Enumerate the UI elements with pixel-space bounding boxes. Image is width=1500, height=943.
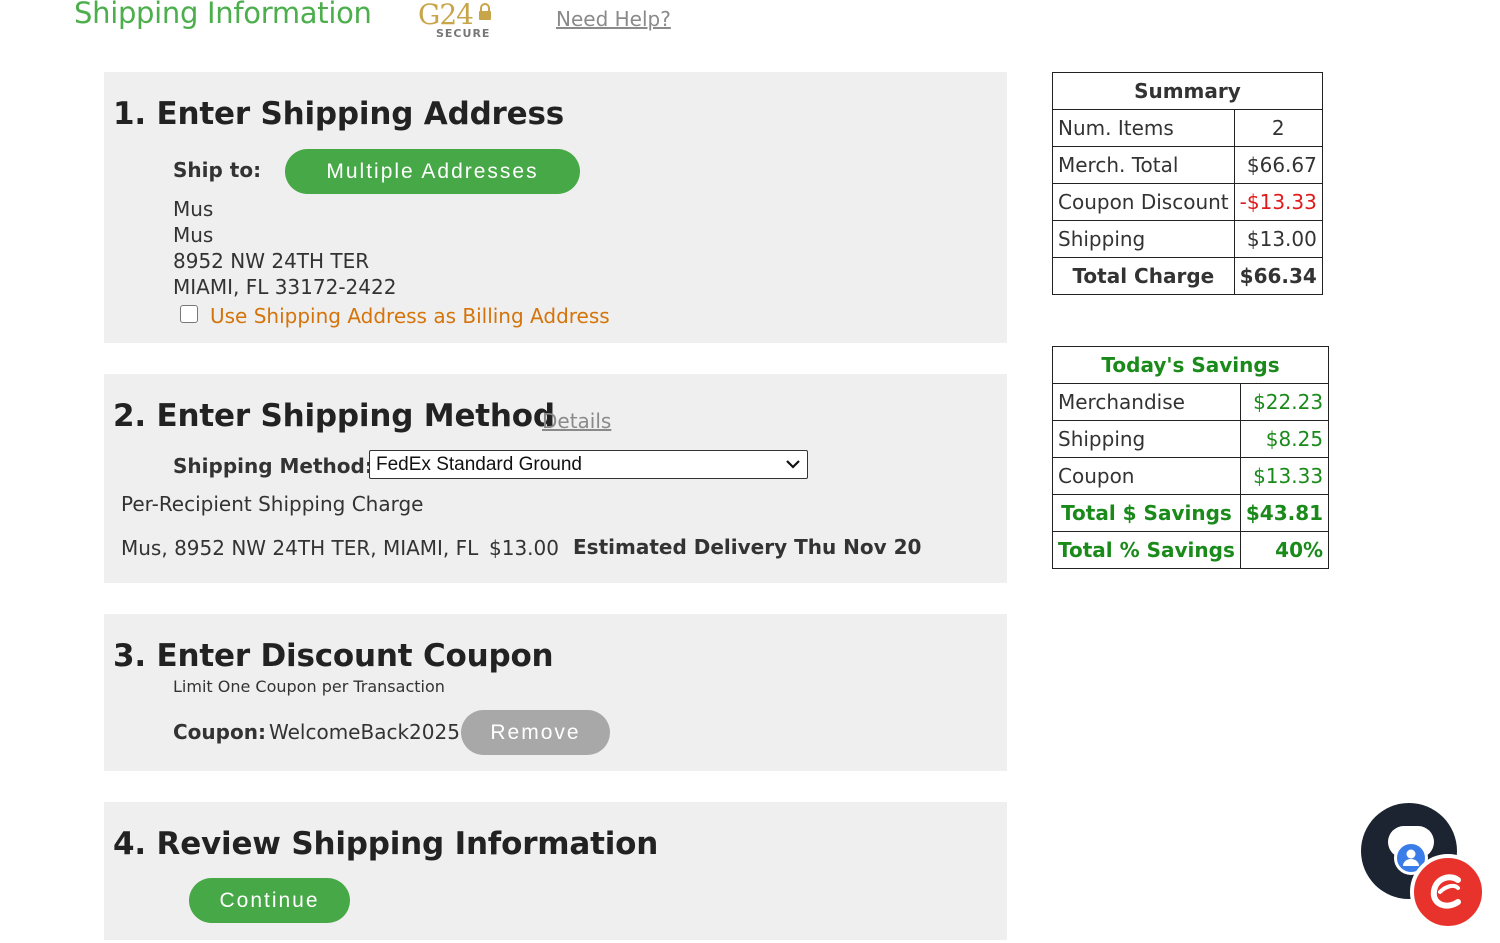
ship-to-label: Ship to:	[173, 158, 262, 182]
continue-button[interactable]: Continue	[189, 878, 350, 923]
coupon-code: WelcomeBack2025	[269, 720, 460, 744]
total-charge-label: Total Charge	[1052, 257, 1235, 295]
table-row: Merch. Total $66.67	[1052, 146, 1323, 184]
g24-secure-logo: G24 SECURE	[418, 0, 502, 42]
shipping-method-label: Shipping Method:	[173, 454, 373, 478]
row-value: $8.25	[1239, 420, 1330, 458]
row-value: $13.33	[1239, 457, 1330, 495]
section-title: 1. Enter Shipping Address	[113, 96, 564, 132]
billing-checkbox[interactable]	[180, 305, 198, 323]
recipient-address: Mus, 8952 NW 24TH TER, MIAMI, FL	[121, 536, 479, 560]
estimated-delivery: Estimated Delivery Thu Nov 20	[573, 535, 922, 559]
address-line: MIAMI, FL 33172-2422	[173, 275, 397, 299]
coupon-label: Coupon:	[173, 720, 266, 744]
address-line: 8952 NW 24TH TER	[173, 249, 370, 273]
row-value: $66.67	[1233, 146, 1323, 184]
table-row: Shipping $13.00	[1052, 220, 1323, 258]
coupon-limit-note: Limit One Coupon per Transaction	[173, 677, 445, 696]
row-label: Shipping	[1052, 220, 1235, 258]
section-title: 4. Review Shipping Information	[113, 826, 659, 862]
total-charge-value: $66.34	[1233, 257, 1323, 295]
section-title: 2. Enter Shipping Method	[113, 398, 555, 434]
table-row: Total % Savings 40%	[1052, 531, 1330, 569]
row-value: 2	[1233, 109, 1323, 147]
c-logo-icon[interactable]	[1410, 854, 1486, 930]
table-row: Num. Items 2	[1052, 109, 1323, 147]
summary-title: Summary	[1052, 72, 1323, 110]
table-row: Coupon $13.33	[1052, 457, 1330, 495]
review-section: 4. Review Shipping Information Continue	[104, 802, 1007, 940]
row-label: Coupon	[1052, 457, 1241, 495]
total-dollar-savings-label: Total $ Savings	[1052, 494, 1241, 532]
table-row: Merchandise $22.23	[1052, 383, 1330, 421]
shipping-method-select[interactable]: FedEx Standard Ground	[369, 450, 808, 479]
row-value: $22.23	[1239, 383, 1330, 421]
row-label: Shipping	[1052, 420, 1241, 458]
multiple-addresses-button[interactable]: Multiple Addresses	[285, 149, 580, 194]
section-title: 3. Enter Discount Coupon	[113, 638, 554, 674]
remove-coupon-button[interactable]: Remove	[461, 710, 610, 755]
summary-table: Summary Num. Items 2 Merch. Total $66.67…	[1052, 72, 1323, 295]
total-percent-savings-value: 40%	[1239, 531, 1330, 569]
address-line: Mus	[173, 223, 214, 247]
row-value: $13.00	[1233, 220, 1323, 258]
lock-icon	[479, 3, 491, 20]
row-label: Merch. Total	[1052, 146, 1235, 184]
row-label: Coupon Discount	[1052, 183, 1235, 221]
recipient-charge: $13.00	[489, 536, 559, 560]
table-row: Total $ Savings $43.81	[1052, 494, 1330, 532]
savings-table: Today's Savings Merchandise $22.23 Shipp…	[1051, 346, 1330, 569]
shipping-address-section: 1. Enter Shipping Address Ship to: Multi…	[104, 72, 1007, 343]
page-title: Shipping Information	[74, 0, 372, 30]
discount-coupon-section: 3. Enter Discount Coupon Limit One Coupo…	[104, 614, 1007, 771]
table-row: Total Charge $66.34	[1052, 257, 1323, 295]
row-label: Num. Items	[1052, 109, 1235, 147]
shipping-method-section: 2. Enter Shipping Method Details Shippin…	[104, 374, 1007, 583]
savings-title: Today's Savings	[1051, 346, 1330, 384]
shipping-method-value: FedEx Standard Ground	[376, 453, 582, 475]
need-help-link[interactable]: Need Help?	[556, 7, 671, 31]
total-percent-savings-label: Total % Savings	[1052, 531, 1241, 569]
table-row: Coupon Discount -$13.33	[1052, 183, 1323, 221]
row-label: Merchandise	[1052, 383, 1241, 421]
billing-checkbox-label[interactable]: Use Shipping Address as Billing Address	[210, 304, 610, 328]
chevron-down-icon	[786, 460, 800, 469]
logo-sub: SECURE	[436, 27, 491, 40]
details-link[interactable]: Details	[542, 409, 611, 433]
per-recipient-label: Per-Recipient Shipping Charge	[121, 492, 424, 516]
total-dollar-savings-value: $43.81	[1239, 494, 1330, 532]
table-row: Shipping $8.25	[1052, 420, 1330, 458]
coupon-discount-value: -$13.33	[1233, 183, 1323, 221]
address-line: Mus	[173, 197, 214, 221]
